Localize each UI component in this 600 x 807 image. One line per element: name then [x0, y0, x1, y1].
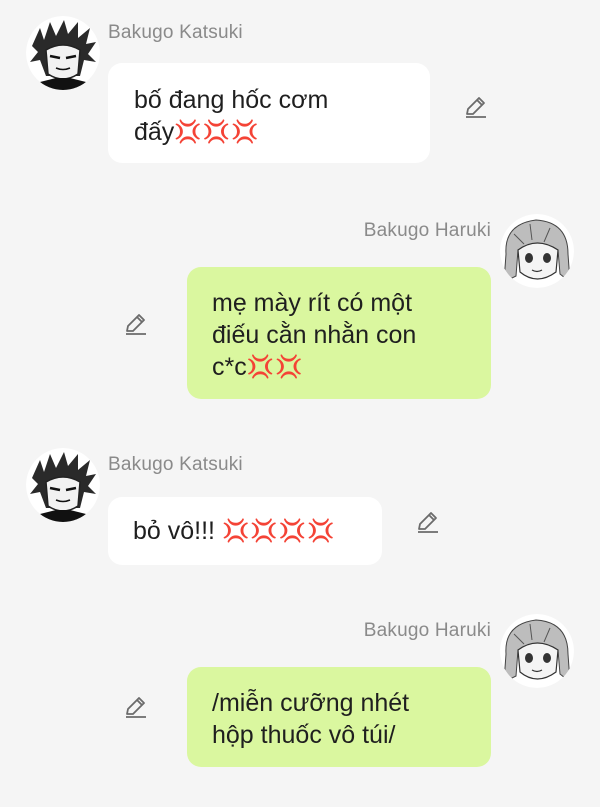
message-bubble[interactable]: bố đang hốc cơm đấy💢💢💢 — [108, 63, 430, 163]
pencil-icon[interactable] — [123, 311, 149, 337]
sender-name: Bakugo Katsuki — [108, 22, 243, 43]
anime-avatar-girl-icon — [500, 614, 574, 688]
message-text: bỏ vô!!! — [133, 517, 222, 545]
message-text: mẹ mày rít có một điếu cằn nhằn con c*c — [212, 289, 417, 381]
message-text: /miễn cưỡng nhét hộp thuốc vô túi/ — [212, 689, 410, 749]
anime-avatar-girl-icon — [500, 214, 574, 288]
anger-emoji: 💢💢💢 — [174, 119, 260, 144]
anime-avatar-spiky-hair-icon — [26, 448, 100, 522]
pencil-icon[interactable] — [463, 94, 489, 120]
message-bubble[interactable]: bỏ vô!!! 💢💢💢💢 — [108, 497, 382, 565]
anime-avatar-spiky-hair-icon — [26, 16, 100, 90]
message-bubble[interactable]: mẹ mày rít có một điếu cằn nhằn con c*c💢… — [187, 267, 491, 399]
message-bubble[interactable]: /miễn cưỡng nhét hộp thuốc vô túi/ — [187, 667, 491, 767]
anger-emoji: 💢💢💢💢 — [221, 518, 336, 543]
sender-name: Bakugo Haruki — [363, 620, 491, 641]
avatar-bakugo-haruki[interactable] — [500, 614, 574, 688]
anger-emoji: 💢💢 — [246, 354, 304, 379]
pencil-icon[interactable] — [123, 694, 149, 720]
avatar-bakugo-katsuki[interactable] — [26, 448, 100, 522]
sender-name: Bakugo Katsuki — [108, 454, 243, 475]
avatar-bakugo-haruki[interactable] — [500, 214, 574, 288]
pencil-icon[interactable] — [415, 509, 441, 535]
avatar-bakugo-katsuki[interactable] — [26, 16, 100, 90]
sender-name: Bakugo Haruki — [363, 220, 491, 241]
